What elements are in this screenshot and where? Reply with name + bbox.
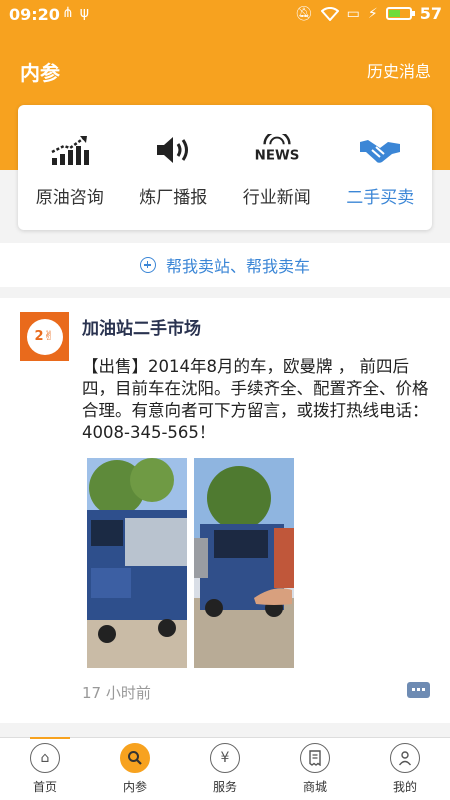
tab-mine[interactable]: 我的 [360,738,450,800]
tab-label: 内参 [122,780,147,794]
category-label: 原油咨询 [35,188,104,208]
post-photo[interactable] [194,458,294,668]
tab-home[interactable]: ⌂ 首页 [0,738,90,800]
share-icon: ⋔ [62,5,80,21]
search-icon [120,743,150,773]
bottom-tab-bar: ⌂ 首页 内参 ¥ 服务 商城 我的 [0,737,450,800]
category-label: 二手买卖 [346,188,415,208]
mute-icon: 🔕︎ [294,5,313,22]
battery-percent: 57 [419,4,442,23]
post-content: 【出售】2014年8月的车，欧曼牌 ， 前四后四，目前车在沈阳。手续齐全、配置齐… [82,357,429,442]
battery-icon [385,7,415,20]
news-icon: NEWS [255,133,299,167]
category-label: 行业新闻 [242,188,311,208]
avatar[interactable]: 2✌︎ [20,312,69,361]
status-time: 09:20 [9,5,60,24]
tab-label: 我的 [392,780,417,794]
tab-neican[interactable]: 内参 [90,738,180,800]
screen-icon: ▭ [346,5,360,22]
yen-icon: ¥ [210,743,240,773]
charging-icon: ⚡︎ [367,5,378,22]
svg-text:NEWS: NEWS [255,149,299,164]
tab-indicator [30,737,70,739]
notification-icons: ⋔ψ [62,5,95,21]
user-icon [390,743,420,773]
bar-chart-trend-icon [48,133,92,167]
receipt-icon [300,743,330,773]
tab-mall[interactable]: 商城 [270,738,360,800]
help-me-sell-label: 帮我卖站、帮我卖车 [165,257,310,276]
speaker-icon [151,133,195,167]
tab-service[interactable]: ¥ 服务 [180,738,270,800]
category-second-hand[interactable]: 二手买卖 [329,105,433,230]
tab-label: 服务 [212,780,237,794]
post-photo[interactable] [87,458,187,668]
handshake-icon [358,133,402,167]
battery-fill [388,10,400,17]
comment-icon[interactable] [407,682,430,698]
status-bar: 09:20 ⋔ψ 🔕︎ ▭ ⚡︎ 57 [0,0,450,30]
avatar-logo: 2✌︎ [26,318,63,355]
system-icons: 🔕︎ ▭ ⚡︎ 57 [295,4,442,23]
help-me-sell-button[interactable]: 帮我卖站、帮我卖车 [0,243,450,287]
post-author[interactable]: 加油站二手市场 [82,314,201,339]
category-label: 炼厂播报 [139,188,208,208]
usb-icon: ψ [79,5,95,21]
category-card: 原油咨询 炼厂播报 NEWS 行业新闻 二手买卖 [18,105,432,230]
category-industry-news[interactable]: NEWS 行业新闻 [225,105,329,230]
category-crude-oil[interactable]: 原油咨询 [18,105,122,230]
post-card[interactable]: 2✌︎ 加油站二手市场 【出售】2014年8月的车，欧曼牌 ， 前四后四，目前车… [0,298,450,723]
home-icon: ⌂ [30,743,60,773]
post-time: 17 小时前 [82,684,151,702]
wifi-icon [320,6,339,21]
add-circle-icon [139,257,156,273]
tab-label: 商城 [302,780,327,794]
category-refinery[interactable]: 炼厂播报 [122,105,226,230]
history-messages-link[interactable]: 历史消息 [367,58,431,82]
tab-label: 首页 [32,780,57,794]
page-title: 内参 [20,61,60,85]
